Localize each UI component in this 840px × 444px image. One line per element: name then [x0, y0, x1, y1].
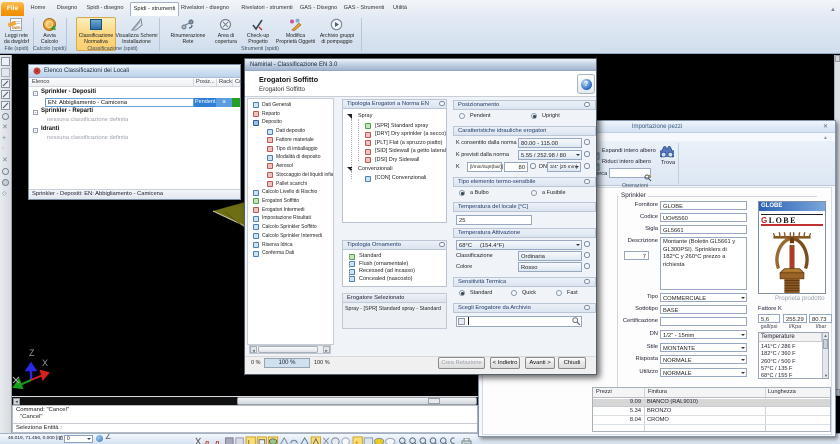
svg-text:Z: Z: [29, 348, 35, 358]
svg-text:+: +: [355, 439, 359, 444]
svg-text:X: X: [42, 358, 48, 368]
svg-text:n: n: [215, 439, 219, 444]
svg-text:n: n: [205, 439, 209, 444]
svg-text:L: L: [248, 439, 252, 444]
